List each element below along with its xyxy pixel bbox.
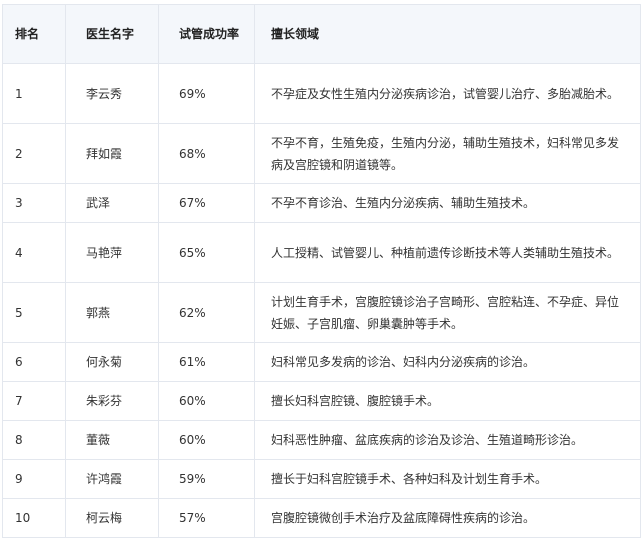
success-rate-cell: 68% <box>158 123 255 184</box>
table-row: 2 拜如霞 68% 不孕不育，生殖免疫，生殖内分泌，辅助生殖技术，妇科常见多发病… <box>2 123 641 184</box>
specialty-cell: 妇科恶性肿瘤、盆底疾病的诊治及诊治、生殖道畸形诊治。 <box>254 420 641 460</box>
table-row: 8 董薇 60% 妇科恶性肿瘤、盆底疾病的诊治及诊治、生殖道畸形诊治。 <box>2 420 641 460</box>
success-rate-cell: 59% <box>158 459 255 499</box>
rank-cell: 8 <box>2 420 66 460</box>
doctor-name-cell: 拜如霞 <box>65 123 159 184</box>
specialty-cell: 计划生育手术，宫腹腔镜诊治子宫畸形、宫腔粘连、不孕症、异位妊娠、子宫肌瘤、卵巢囊… <box>254 282 641 343</box>
specialty-cell: 不孕不育，生殖免疫，生殖内分泌，辅助生殖技术，妇科常见多发病及宫腔镜和阴道镜等。 <box>254 123 641 184</box>
header-row: 排名 医生名字 试管成功率 擅长领域 <box>2 4 641 64</box>
specialty-cell: 擅长于妇科宫腔镜手术、各种妇科及计划生育手术。 <box>254 459 641 499</box>
specialty-cell: 不孕不育诊治、生殖内分泌疾病、辅助生殖技术。 <box>254 183 641 223</box>
header-name: 医生名字 <box>65 4 159 64</box>
table-header: 排名 医生名字 试管成功率 擅长领域 <box>2 4 641 64</box>
doctor-name-cell: 何永菊 <box>65 342 159 382</box>
rank-cell: 10 <box>2 498 66 538</box>
rank-cell: 3 <box>2 183 66 223</box>
table-row: 4 马艳萍 65% 人工授精、试管婴儿、种植前遗传诊断技术等人类辅助生殖技术。 <box>2 222 641 283</box>
rank-cell: 5 <box>2 282 66 343</box>
doctor-name-cell: 李云秀 <box>65 63 159 124</box>
doctor-name-cell: 武泽 <box>65 183 159 223</box>
table-row: 5 郭燕 62% 计划生育手术，宫腹腔镜诊治子宫畸形、宫腔粘连、不孕症、异位妊娠… <box>2 282 641 343</box>
doctor-ranking-table: 排名 医生名字 试管成功率 擅长领域 1 李云秀 69% 不孕症及女性生殖内分泌… <box>2 4 641 538</box>
specialty-cell: 不孕症及女性生殖内分泌疾病诊治，试管婴儿治疗、多胎减胎术。 <box>254 63 641 124</box>
table-row: 3 武泽 67% 不孕不育诊治、生殖内分泌疾病、辅助生殖技术。 <box>2 183 641 223</box>
specialty-cell: 擅长妇科宫腔镜、腹腔镜手术。 <box>254 381 641 421</box>
rank-cell: 6 <box>2 342 66 382</box>
doctor-name-cell: 郭燕 <box>65 282 159 343</box>
table-body: 1 李云秀 69% 不孕症及女性生殖内分泌疾病诊治，试管婴儿治疗、多胎减胎术。 … <box>2 63 641 538</box>
success-rate-cell: 69% <box>158 63 255 124</box>
rank-cell: 9 <box>2 459 66 499</box>
header-rate: 试管成功率 <box>158 4 255 64</box>
rank-cell: 7 <box>2 381 66 421</box>
doctor-ranking-table-container: 排名 医生名字 试管成功率 擅长领域 1 李云秀 69% 不孕症及女性生殖内分泌… <box>2 4 641 538</box>
header-specialty: 擅长领域 <box>254 4 641 64</box>
success-rate-cell: 57% <box>158 498 255 538</box>
table-row: 10 柯云梅 57% 宫腹腔镜微创手术治疗及盆底障碍性疾病的诊治。 <box>2 498 641 538</box>
doctor-name-cell: 柯云梅 <box>65 498 159 538</box>
doctor-name-cell: 许鸿霞 <box>65 459 159 499</box>
success-rate-cell: 61% <box>158 342 255 382</box>
table-row: 1 李云秀 69% 不孕症及女性生殖内分泌疾病诊治，试管婴儿治疗、多胎减胎术。 <box>2 63 641 124</box>
success-rate-cell: 67% <box>158 183 255 223</box>
rank-cell: 4 <box>2 222 66 283</box>
header-rank: 排名 <box>2 4 66 64</box>
success-rate-cell: 65% <box>158 222 255 283</box>
doctor-name-cell: 朱彩芬 <box>65 381 159 421</box>
table-row: 7 朱彩芬 60% 擅长妇科宫腔镜、腹腔镜手术。 <box>2 381 641 421</box>
rank-cell: 1 <box>2 63 66 124</box>
table-row: 6 何永菊 61% 妇科常见多发病的诊治、妇科内分泌疾病的诊治。 <box>2 342 641 382</box>
doctor-name-cell: 董薇 <box>65 420 159 460</box>
rank-cell: 2 <box>2 123 66 184</box>
specialty-cell: 人工授精、试管婴儿、种植前遗传诊断技术等人类辅助生殖技术。 <box>254 222 641 283</box>
table-row: 9 许鸿霞 59% 擅长于妇科宫腔镜手术、各种妇科及计划生育手术。 <box>2 459 641 499</box>
doctor-name-cell: 马艳萍 <box>65 222 159 283</box>
success-rate-cell: 60% <box>158 420 255 460</box>
specialty-cell: 宫腹腔镜微创手术治疗及盆底障碍性疾病的诊治。 <box>254 498 641 538</box>
success-rate-cell: 62% <box>158 282 255 343</box>
success-rate-cell: 60% <box>158 381 255 421</box>
specialty-cell: 妇科常见多发病的诊治、妇科内分泌疾病的诊治。 <box>254 342 641 382</box>
